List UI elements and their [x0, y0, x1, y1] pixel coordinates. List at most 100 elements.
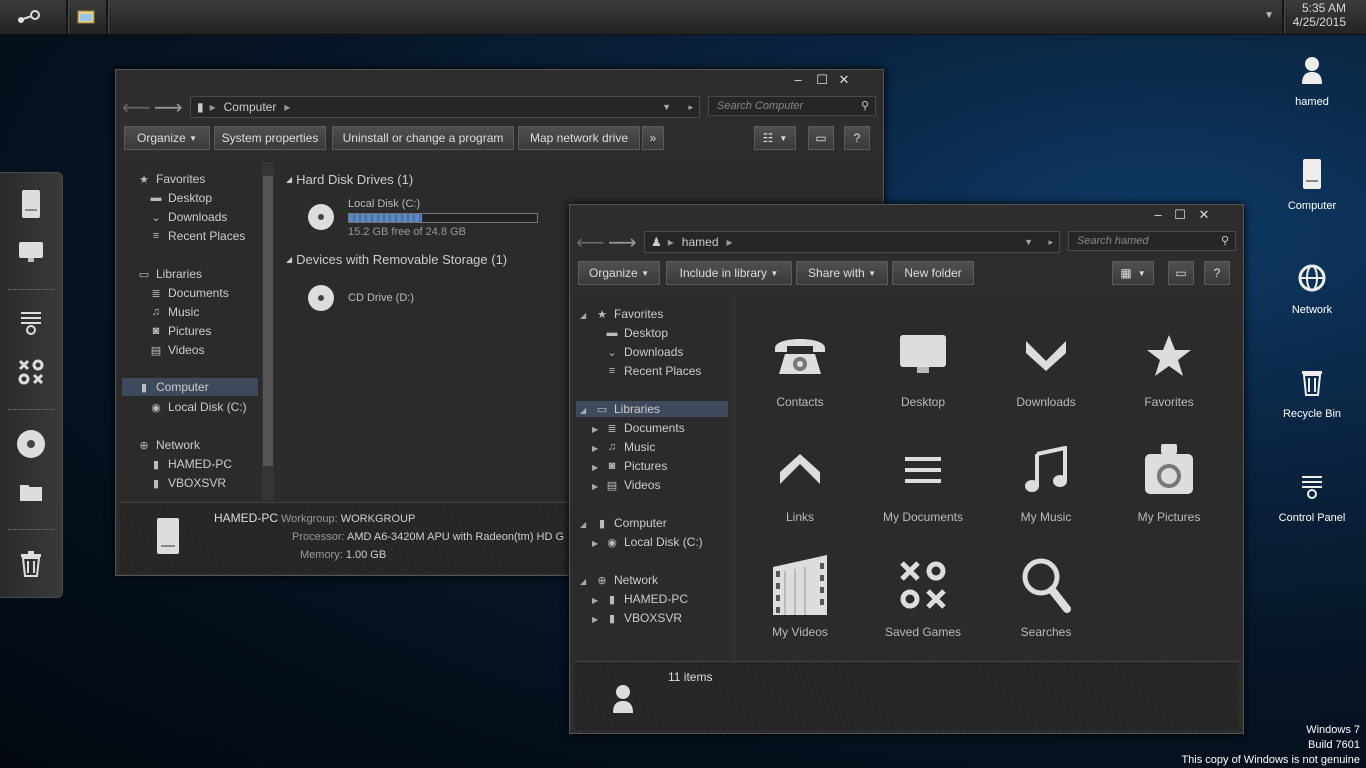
minimize-button[interactable]: –: [1148, 207, 1168, 222]
nav-libraries[interactable]: ▭ Libraries: [576, 401, 728, 417]
nav-computer[interactable]: ▮ Computer: [122, 378, 258, 396]
nav-local-disk[interactable]: ◉ Local Disk (C:): [604, 535, 703, 549]
folder-contacts[interactable]: Contacts: [745, 315, 855, 409]
folder-desktop[interactable]: Desktop: [868, 315, 978, 409]
include-in-library-button[interactable]: Include in library ▼: [666, 261, 792, 285]
dropdown-icon[interactable]: ▼: [1024, 237, 1033, 247]
expand-icon[interactable]: ▶: [592, 615, 598, 624]
desktop-icon-computer[interactable]: Computer: [1267, 152, 1357, 212]
nav-pictures[interactable]: ◙ Pictures: [148, 324, 212, 338]
expand-icon[interactable]: ▶: [592, 539, 598, 548]
control-panel-icon[interactable]: [14, 305, 48, 339]
preview-pane-button[interactable]: ▭: [808, 126, 834, 150]
scrollbar-thumb[interactable]: [263, 176, 273, 466]
collapse-icon[interactable]: ◢: [580, 406, 586, 415]
nav-music[interactable]: ♫ Music: [604, 440, 655, 454]
new-folder-button[interactable]: New folder: [892, 261, 974, 285]
nav-pictures[interactable]: ◙ Pictures: [604, 459, 668, 473]
games-icon[interactable]: [14, 355, 48, 389]
back-arrow-icon[interactable]: ⟵: [122, 95, 151, 120]
collapse-icon[interactable]: ◢: [580, 577, 586, 586]
nav-vboxsvr[interactable]: ▮ VBOXSVR: [604, 611, 682, 625]
nav-recent-places[interactable]: ≡ Recent Places: [604, 364, 702, 378]
address-bar[interactable]: ♟ ▸ hamed ▸ ▼ ▸: [644, 231, 1060, 253]
nav-network[interactable]: ⊕ Network: [136, 438, 200, 452]
title-bar[interactable]: – ☐ ✕: [570, 205, 1243, 227]
preview-pane-button[interactable]: ▭: [1168, 261, 1194, 285]
breadcrumb[interactable]: Computer: [224, 100, 277, 114]
nav-videos[interactable]: ▤ Videos: [148, 343, 205, 357]
refresh-icon[interactable]: ▸: [1048, 237, 1053, 248]
collapse-icon[interactable]: ◢: [580, 520, 586, 529]
help-button[interactable]: ?: [1204, 261, 1230, 285]
nav-hamed-pc[interactable]: ▮ HAMED-PC: [148, 457, 232, 471]
expand-icon[interactable]: ▶: [592, 482, 598, 491]
desktop-icon-hamed[interactable]: hamed: [1267, 48, 1357, 108]
close-button[interactable]: ✕: [1194, 207, 1214, 223]
clock[interactable]: 5:35 AM 4/25/2015: [1293, 1, 1346, 29]
nav-favorites[interactable]: ★ Favorites: [594, 307, 663, 321]
back-arrow-icon[interactable]: ⟵: [576, 230, 605, 255]
forward-arrow-icon[interactable]: ⟶: [608, 230, 637, 255]
nav-documents[interactable]: ≣ Documents: [148, 286, 228, 300]
minimize-button[interactable]: –: [788, 72, 808, 87]
maximize-button[interactable]: ☐: [1170, 207, 1190, 223]
nav-desktop[interactable]: ▬ Desktop: [148, 191, 213, 205]
folder-downloads[interactable]: Downloads: [991, 315, 1101, 409]
folder-searches[interactable]: Searches: [991, 545, 1101, 639]
nav-libraries[interactable]: ▭ Libraries: [136, 267, 202, 281]
help-button[interactable]: ?: [844, 126, 870, 150]
uninstall-program-button[interactable]: Uninstall or change a program: [332, 126, 514, 150]
search-input[interactable]: Search hamed ⚲: [1068, 231, 1236, 251]
nav-desktop[interactable]: ▬ Desktop: [604, 326, 669, 340]
desktop-icon-recycle-bin[interactable]: Recycle Bin: [1267, 360, 1357, 420]
nav-music[interactable]: ♫ Music: [148, 305, 199, 319]
nav-downloads[interactable]: ⌄ Downloads: [148, 210, 227, 224]
monitor-icon[interactable]: [14, 235, 48, 269]
tray-expand-icon[interactable]: ▼: [1264, 10, 1274, 21]
folder-favorites[interactable]: Favorites: [1114, 315, 1224, 409]
cd-drive-item[interactable]: CD Drive (D:): [348, 292, 414, 304]
nav-videos[interactable]: ▤ Videos: [604, 478, 661, 492]
nav-favorites[interactable]: ★ Favorites: [136, 172, 205, 186]
system-properties-button[interactable]: System properties: [214, 126, 326, 150]
title-bar[interactable]: – ☐ ✕: [116, 70, 883, 92]
folder-my-documents[interactable]: My Documents: [868, 430, 978, 524]
nav-documents[interactable]: ≣ Documents: [604, 421, 684, 435]
expand-icon[interactable]: ▶: [592, 444, 598, 453]
close-button[interactable]: ✕: [834, 72, 854, 88]
folder-my-videos[interactable]: My Videos: [745, 545, 855, 639]
group-removable-storage[interactable]: ◢ Devices with Removable Storage (1): [286, 252, 507, 267]
view-options-button[interactable]: ☷ ▼: [754, 126, 796, 150]
organize-button[interactable]: Organize ▼: [578, 261, 660, 285]
group-hard-disk-drives[interactable]: ◢ Hard Disk Drives (1): [286, 172, 413, 187]
nav-scrollbar[interactable]: [262, 162, 274, 500]
breadcrumb[interactable]: hamed: [682, 235, 719, 249]
view-options-button[interactable]: ▦ ▼: [1112, 261, 1154, 285]
nav-vboxsvr[interactable]: ▮ VBOXSVR: [148, 476, 226, 490]
desktop-icon-control-panel[interactable]: Control Panel: [1267, 464, 1357, 524]
folder-icon[interactable]: [14, 475, 48, 509]
nav-computer[interactable]: ▮ Computer: [594, 516, 667, 530]
organize-button[interactable]: Organize ▼: [124, 126, 210, 150]
share-with-button[interactable]: Share with ▼: [796, 261, 888, 285]
folder-my-music[interactable]: My Music: [991, 430, 1101, 524]
refresh-icon[interactable]: ▸: [688, 102, 693, 113]
nav-hamed-pc[interactable]: ▮ HAMED-PC: [604, 592, 688, 606]
local-disk-item[interactable]: Local Disk (C:) 15.2 GB free of 24.8 GB: [348, 198, 538, 238]
folder-my-pictures[interactable]: My Pictures: [1114, 430, 1224, 524]
steam-icon[interactable]: [0, 0, 56, 34]
expand-icon[interactable]: ▶: [592, 596, 598, 605]
search-icon[interactable]: ⚲: [861, 99, 869, 112]
computer-icon[interactable]: [14, 187, 48, 221]
folder-saved-games[interactable]: Saved Games: [868, 545, 978, 639]
nav-network[interactable]: ⊕ Network: [594, 573, 658, 587]
recycle-bin-icon[interactable]: [14, 547, 48, 581]
desktop-icon-network[interactable]: Network: [1267, 256, 1357, 316]
maximize-button[interactable]: ☐: [812, 72, 832, 88]
expand-icon[interactable]: ▶: [592, 463, 598, 472]
forward-arrow-icon[interactable]: ⟶: [154, 95, 183, 120]
folder-links[interactable]: Links: [745, 430, 855, 524]
search-input[interactable]: Search Computer ⚲: [708, 96, 876, 116]
more-commands-button[interactable]: »: [642, 126, 664, 150]
